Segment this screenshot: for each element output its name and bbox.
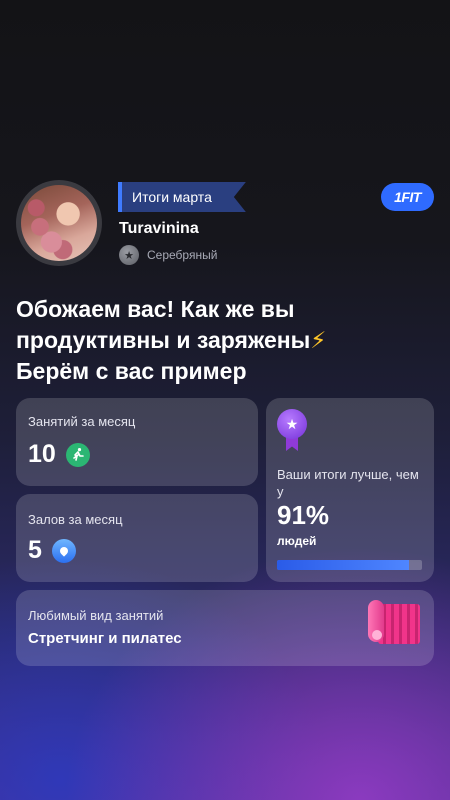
username: Turavinina — [119, 220, 199, 237]
gyms-per-month-card: Залов за месяц 5 — [16, 494, 258, 582]
membership-level: ★ Серебряный — [119, 245, 217, 265]
running-icon — [65, 442, 90, 467]
comparison-percent: 91% — [277, 500, 330, 530]
gyms-per-month-value: 5 — [28, 536, 76, 565]
comparison-text: Ваши итоги лучше, чем у — [277, 467, 419, 499]
comparison-suffix: людей — [277, 534, 317, 548]
brand-logo: 1FIT — [381, 183, 434, 211]
headline-line-1: Обожаем вас! Как же вы — [16, 296, 295, 322]
avatar — [16, 180, 102, 266]
month-summary-label: Итоги марта — [132, 189, 212, 205]
favorite-activity-value: Стретчинг и пилатес — [28, 630, 182, 647]
headline-line-2: продуктивны и заряжены⚡ — [16, 327, 327, 353]
medal-star-icon: ★ — [277, 409, 307, 451]
membership-level-label: Серебряный — [147, 248, 218, 262]
classes-per-month-label: Занятий за месяц — [28, 414, 136, 429]
month-summary-tag: Итоги марта — [118, 182, 246, 212]
silver-star-icon: ★ — [119, 245, 139, 265]
lightning-icon: ⚡ — [310, 327, 327, 353]
comparison-progress-fill — [277, 560, 409, 570]
classes-per-month-value: 10 — [28, 440, 90, 469]
headline-line-3: Берём с вас пример — [16, 358, 247, 384]
comparison-progress-bar — [277, 560, 422, 570]
classes-per-month-card: Занятий за месяц 10 — [16, 398, 258, 486]
monthly-summary-story: Итоги марта 1FIT Turavinina ★ Серебряный… — [0, 0, 450, 800]
headline: Обожаем вас! Как же вы продуктивны и зар… — [16, 294, 436, 387]
avatar-photo — [21, 185, 97, 261]
favorite-activity-label: Любимый вид занятий — [28, 608, 164, 623]
map-pin-icon — [51, 538, 76, 563]
yoga-mat-icon — [366, 600, 422, 646]
gyms-per-month-label: Залов за месяц — [28, 512, 123, 527]
